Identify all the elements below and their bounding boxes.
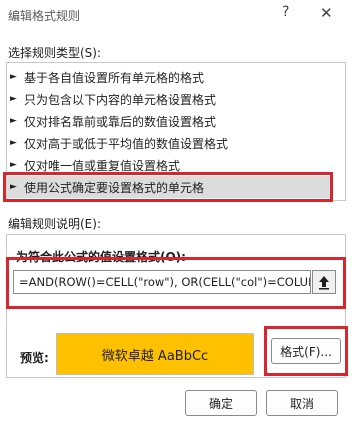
rule-item-label: 基于各自值设置所有单元格的格式 xyxy=(24,70,205,85)
rule-item-above-below-average[interactable]: ► 仅对高于或低于平均值的数值设置格式 xyxy=(6,132,332,154)
formula-input[interactable]: =AND(ROW()=CELL("row"), OR(CELL("col")=C… xyxy=(13,270,311,294)
triangle-right-icon: ► xyxy=(10,138,17,148)
rule-type-label: 选择规则类型(S): xyxy=(8,46,102,60)
ok-button[interactable]: 确定 xyxy=(185,390,257,416)
triangle-right-icon: ► xyxy=(10,94,17,104)
close-button[interactable]: ✕ xyxy=(320,4,333,22)
triangle-right-icon: ► xyxy=(10,72,17,82)
rule-item-label: 仅对唯一值或重复值设置格式 xyxy=(24,158,181,173)
arrow-up-icon xyxy=(319,276,329,290)
triangle-right-icon: ► xyxy=(10,160,17,170)
edit-rule-label: 编辑规则说明(E): xyxy=(8,217,101,231)
format-button[interactable]: 格式(F)... xyxy=(271,338,341,364)
help-button[interactable]: ? xyxy=(282,4,289,20)
preview-sample-text: 微软卓越 AaBbCc xyxy=(101,348,209,364)
triangle-right-icon: ► xyxy=(10,116,17,126)
red-highlight-rule xyxy=(3,172,333,202)
rule-item-contains[interactable]: ► 只为包含以下内容的单元格设置格式 xyxy=(6,88,332,110)
preview-box: 微软卓越 AaBbCc xyxy=(56,333,254,375)
title-bar: 编辑格式规则 ? ✕ xyxy=(0,0,352,32)
rule-item-top-bottom[interactable]: ► 仅对排名靠前或靠后的数值设置格式 xyxy=(6,110,332,132)
window-title: 编辑格式规则 xyxy=(8,9,81,23)
rule-item-label: 仅对排名靠前或靠后的数值设置格式 xyxy=(24,114,217,129)
rule-item-each-value[interactable]: ► 基于各自值设置所有单元格的格式 xyxy=(6,66,332,88)
collapse-dialog-button[interactable] xyxy=(312,270,336,294)
cancel-button[interactable]: 取消 xyxy=(266,390,338,416)
preview-label: 预览: xyxy=(20,351,49,365)
rule-item-label: 仅对高于或低于平均值的数值设置格式 xyxy=(24,136,229,151)
rule-item-label: 只为包含以下内容的单元格设置格式 xyxy=(24,92,217,107)
